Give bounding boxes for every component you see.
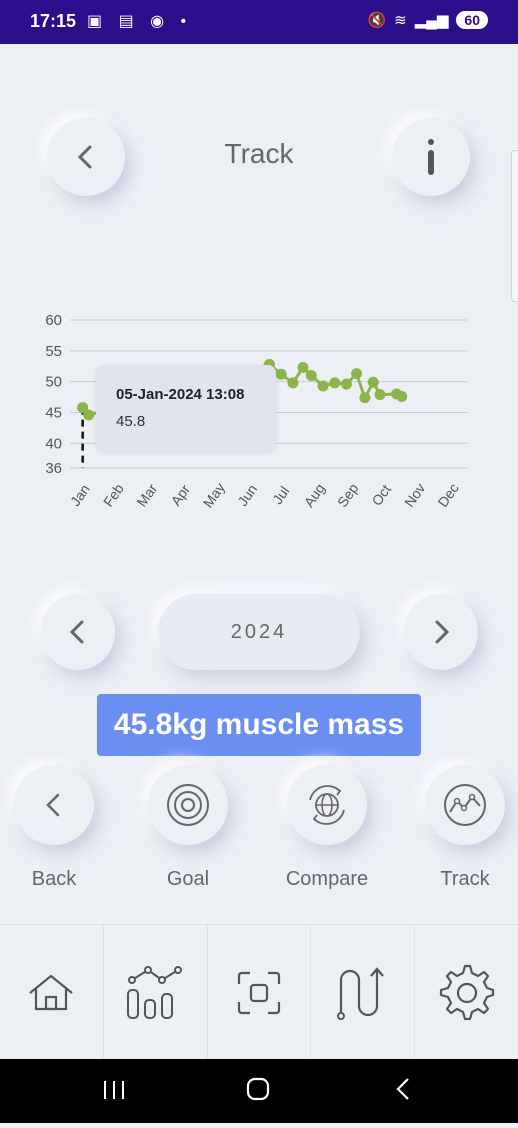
chevron-left-icon [46, 793, 60, 817]
globe-sync-icon [309, 785, 345, 825]
nav-scan[interactable] [207, 925, 312, 1060]
x-tick-label: Sep [334, 480, 362, 510]
y-tick-label: 40 [45, 435, 62, 452]
tooltip-value: 45.8 [116, 413, 146, 430]
chart-icon [127, 965, 183, 1019]
y-tick-label: 50 [45, 374, 62, 391]
nav-home[interactable] [0, 925, 104, 1060]
y-tick-label: 36 [45, 460, 62, 477]
battery-indicator: 60 [456, 11, 488, 29]
system-navigation-bar [0, 1059, 518, 1123]
data-point [359, 392, 371, 404]
next-year-button[interactable] [404, 594, 478, 670]
home-system-icon[interactable] [246, 1077, 270, 1101]
tooltip-title: 05-Jan-2024 13:08 [116, 386, 245, 403]
back-action-button[interactable] [14, 765, 94, 845]
chart-tooltip: 05-Jan-2024 13:08 45.8 [96, 365, 276, 451]
compare-button[interactable] [287, 765, 367, 845]
x-tick-label: Feb [100, 480, 127, 509]
data-point [305, 370, 317, 381]
data-point [275, 368, 287, 380]
home-icon [29, 974, 74, 1010]
nav-settings[interactable] [415, 925, 518, 1060]
measurement-badge: 45.8kg muscle mass [97, 694, 421, 756]
previous-year-button[interactable] [41, 594, 115, 670]
nav-route[interactable] [311, 925, 416, 1060]
chevron-right-icon [435, 620, 450, 644]
signal-icon: ▂▄▆ [414, 12, 449, 29]
info-button[interactable] [392, 118, 470, 196]
y-tick-label: 55 [45, 343, 62, 360]
x-tick-label: Apr [168, 481, 194, 508]
side-scroll-handle[interactable] [511, 150, 518, 302]
y-tick-label: 60 [45, 312, 62, 329]
chevron-left-icon [69, 620, 84, 644]
x-tick-label: Oct [368, 482, 394, 509]
status-time: 17:15 [30, 11, 77, 31]
status-bar: 17:15 ▣ ▤ ◉ • 🔇 ≋ ▂▄▆ 60 [0, 0, 518, 44]
x-tick-label: Jun [234, 481, 260, 509]
info-icon [428, 139, 434, 175]
x-tick-label: Jan [67, 481, 93, 509]
year-selector[interactable]: 2024 [158, 594, 360, 670]
data-point [297, 361, 309, 373]
data-point [329, 377, 341, 389]
x-tick-label: May [200, 480, 228, 511]
scan-icon [237, 971, 281, 1014]
y-tick-label: 45 [45, 405, 62, 422]
x-tick-label: Nov [401, 480, 428, 510]
route-icon [336, 966, 384, 1020]
data-point [351, 368, 363, 380]
data-point [83, 409, 95, 421]
x-tick-label: Aug [301, 480, 328, 510]
track-button[interactable] [425, 765, 505, 845]
compare-label: Compare [285, 868, 369, 890]
trend-icon [444, 784, 486, 826]
data-point [287, 377, 299, 389]
x-tick-label: Jul [269, 483, 292, 507]
target-icon [167, 784, 209, 826]
bottom-navigation [0, 924, 518, 1060]
goal-label: Goal [166, 868, 210, 890]
nav-stats[interactable] [103, 925, 208, 1060]
data-point [340, 378, 352, 390]
data-point [317, 380, 329, 392]
data-point [374, 389, 386, 401]
back-action-label: Back [31, 868, 77, 890]
recents-icon[interactable] [104, 1081, 124, 1099]
back-system-icon[interactable] [396, 1078, 409, 1100]
settings-icon [439, 964, 494, 1020]
x-tick-label: Dec [434, 480, 461, 510]
wifi-icon: ≋ [394, 12, 407, 29]
x-tick-label: Mar [133, 480, 160, 509]
data-point [396, 390, 408, 402]
goal-button[interactable] [148, 765, 228, 845]
notification-icons: ▣ ▤ ◉ • [87, 13, 193, 30]
track-label: Track [440, 868, 490, 890]
mute-icon: 🔇 [367, 12, 387, 29]
data-point [367, 376, 379, 388]
